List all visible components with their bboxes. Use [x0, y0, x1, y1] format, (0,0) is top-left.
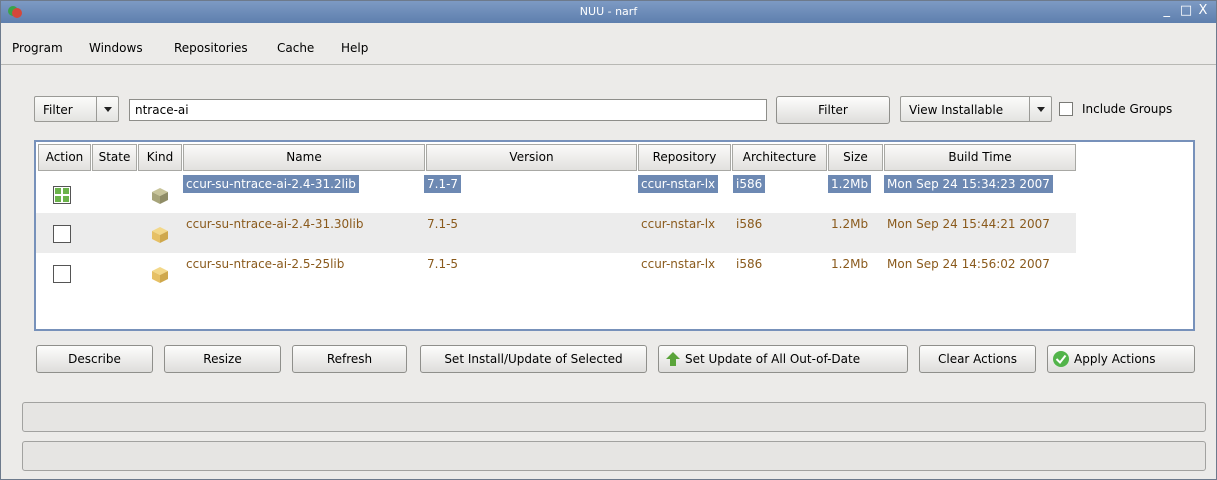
table-row[interactable]: ccur-su-ntrace-ai-2.5-25lib 7.1-5 ccur-n…: [36, 253, 1076, 293]
column-state[interactable]: State: [92, 144, 137, 171]
column-build-time[interactable]: Build Time: [884, 144, 1076, 171]
menu-windows[interactable]: Windows: [89, 41, 143, 55]
minimize-button[interactable]: _: [1162, 3, 1174, 18]
main-window: NUU - narf _ □ X Program Windows Reposit…: [0, 0, 1217, 480]
row-repository: ccur-nstar-lx: [641, 257, 716, 271]
action-checkbox[interactable]: [53, 265, 71, 283]
filter-field-label: Filter: [43, 103, 73, 117]
row-size: 1.2Mb: [831, 257, 869, 271]
row-build-time: Mon Sep 24 15:44:21 2007: [887, 217, 1050, 231]
search-input[interactable]: [129, 99, 767, 121]
chevron-down-icon[interactable]: [1029, 97, 1051, 121]
menu-help[interactable]: Help: [341, 41, 368, 55]
package-table: Action State Kind Name Version Repositor…: [34, 140, 1195, 331]
resize-button[interactable]: Resize: [164, 345, 281, 373]
row-build-time: Mon Sep 24 15:34:23 2007: [884, 175, 1053, 193]
action-checkbox[interactable]: [53, 225, 71, 243]
include-groups-checkbox[interactable]: [1059, 102, 1073, 116]
filter-button[interactable]: Filter: [776, 96, 890, 124]
menu-program[interactable]: Program: [12, 41, 63, 55]
row-architecture: i586: [736, 257, 763, 271]
view-mode-combo[interactable]: View Installable: [900, 96, 1052, 122]
package-icon: [152, 267, 168, 283]
row-size: 1.2Mb: [828, 175, 872, 193]
column-kind[interactable]: Kind: [138, 144, 182, 171]
refresh-button[interactable]: Refresh: [292, 345, 407, 373]
set-update-all-label: Set Update of All Out-of-Date: [685, 352, 861, 366]
check-circle-icon: [1053, 351, 1069, 367]
apply-actions-label: Apply Actions: [1074, 352, 1156, 366]
row-repository: ccur-nstar-lx: [638, 175, 719, 193]
include-groups-label: Include Groups: [1082, 102, 1173, 116]
column-version[interactable]: Version: [426, 144, 637, 171]
package-icon: [152, 227, 168, 243]
row-repository: ccur-nstar-lx: [641, 217, 716, 231]
status-bar-primary: [22, 402, 1206, 432]
chevron-down-icon[interactable]: [96, 97, 118, 121]
row-version: 7.1-7: [424, 175, 462, 193]
view-mode-label: View Installable: [909, 103, 1004, 117]
set-update-all-button[interactable]: Set Update of All Out-of-Date: [658, 345, 908, 373]
row-architecture: i586: [736, 217, 763, 231]
close-button[interactable]: X: [1198, 3, 1210, 18]
describe-button[interactable]: Describe: [36, 345, 153, 373]
column-size[interactable]: Size: [828, 144, 883, 171]
column-repository[interactable]: Repository: [638, 144, 731, 171]
column-name[interactable]: Name: [183, 144, 425, 171]
maximize-button[interactable]: □: [1180, 3, 1192, 18]
table-row[interactable]: ccur-su-ntrace-ai-2.4-31.2lib 7.1-7 ccur…: [36, 173, 1076, 213]
row-size: 1.2Mb: [831, 217, 869, 231]
menu-cache[interactable]: Cache: [277, 41, 314, 55]
filter-field-combo[interactable]: Filter: [34, 96, 119, 122]
package-icon: [152, 188, 168, 204]
up-arrow-icon: [666, 352, 680, 366]
status-bar-secondary: [22, 441, 1206, 471]
set-install-selected-button[interactable]: Set Install/Update of Selected: [420, 345, 647, 373]
apply-actions-button[interactable]: Apply Actions: [1047, 345, 1195, 373]
menu-bar: Program Windows Repositories Cache Help: [1, 33, 1216, 55]
title-bar[interactable]: NUU - narf _ □ X: [1, 1, 1216, 23]
column-architecture[interactable]: Architecture: [732, 144, 827, 171]
row-name: ccur-su-ntrace-ai-2.5-25lib: [186, 257, 345, 271]
table-row[interactable]: ccur-su-ntrace-ai-2.4-31.30lib 7.1-5 ccu…: [36, 213, 1076, 253]
menu-separator: [1, 64, 1216, 65]
row-name: ccur-su-ntrace-ai-2.4-31.30lib: [186, 217, 364, 231]
menu-repositories[interactable]: Repositories: [174, 41, 248, 55]
window-title: NUU - narf: [579, 5, 638, 18]
column-action[interactable]: Action: [38, 144, 91, 171]
row-build-time: Mon Sep 24 14:56:02 2007: [887, 257, 1050, 271]
install-action-icon[interactable]: [53, 186, 71, 204]
row-version: 7.1-5: [427, 257, 459, 271]
row-architecture: i586: [733, 175, 766, 193]
row-name: ccur-su-ntrace-ai-2.4-31.2lib: [183, 175, 359, 193]
clear-actions-button[interactable]: Clear Actions: [919, 345, 1036, 373]
row-version: 7.1-5: [427, 217, 459, 231]
